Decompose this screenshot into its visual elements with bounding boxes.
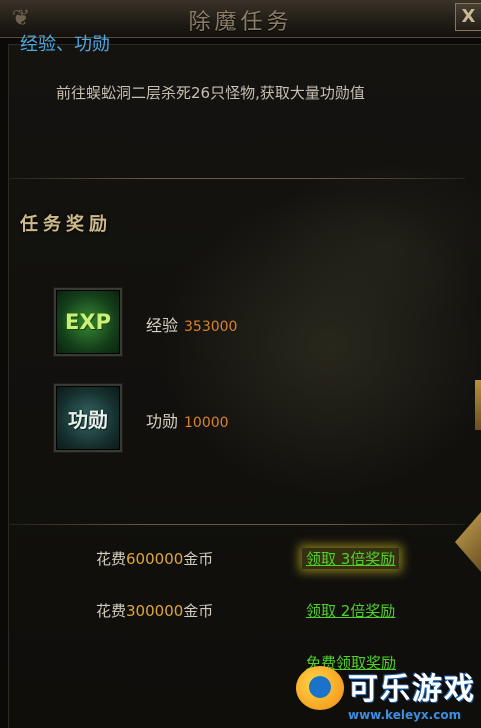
exp-icon: EXP <box>54 288 122 356</box>
cost-suffix: 金币 <box>183 550 214 568</box>
claim-3x-button[interactable]: 领取 3倍奖励 <box>302 548 400 569</box>
watermark-logo: 可乐游戏 www.keleyx.com <box>286 660 481 728</box>
claim-2x-button[interactable]: 领取 2倍奖励 <box>306 600 395 621</box>
watermark-url: www.keleyx.com <box>348 708 462 722</box>
exp-icon-text: EXP <box>65 310 111 334</box>
cost-prefix: 花费 <box>96 602 127 620</box>
reward-exp-label: 经验 <box>146 316 179 335</box>
cost-amount: 300000 <box>126 602 184 620</box>
reward-merit-row: 功勋 10000 <box>146 408 229 432</box>
cost-suffix: 金币 <box>183 602 214 620</box>
cost-2x: 花费300000金币 <box>96 600 213 621</box>
close-button[interactable]: X <box>455 3 481 31</box>
frame-edge-decoration <box>475 380 481 430</box>
cost-3x: 花费600000金币 <box>96 548 213 569</box>
watermark-badge-icon <box>296 666 344 710</box>
reward-section-title: 任务奖励 <box>20 214 112 235</box>
reward-merit-value: 10000 <box>184 415 229 431</box>
quest-heading: 经验、功勋 <box>20 34 110 55</box>
reward-merit-label: 功勋 <box>146 412 179 431</box>
reward-exp-row: 经验 353000 <box>146 312 237 336</box>
quest-description: 前往蜈蚣洞二层杀死26只怪物,获取大量功勋值 <box>56 84 365 102</box>
divider <box>10 178 465 179</box>
divider <box>10 524 465 525</box>
merit-icon: 功勋 <box>54 384 122 452</box>
reward-exp-value: 353000 <box>184 319 238 335</box>
cost-prefix: 花费 <box>96 550 127 568</box>
merit-icon-text: 功勋 <box>68 407 108 432</box>
cost-amount: 600000 <box>126 550 184 568</box>
watermark-brand: 可乐游戏 <box>348 672 476 707</box>
